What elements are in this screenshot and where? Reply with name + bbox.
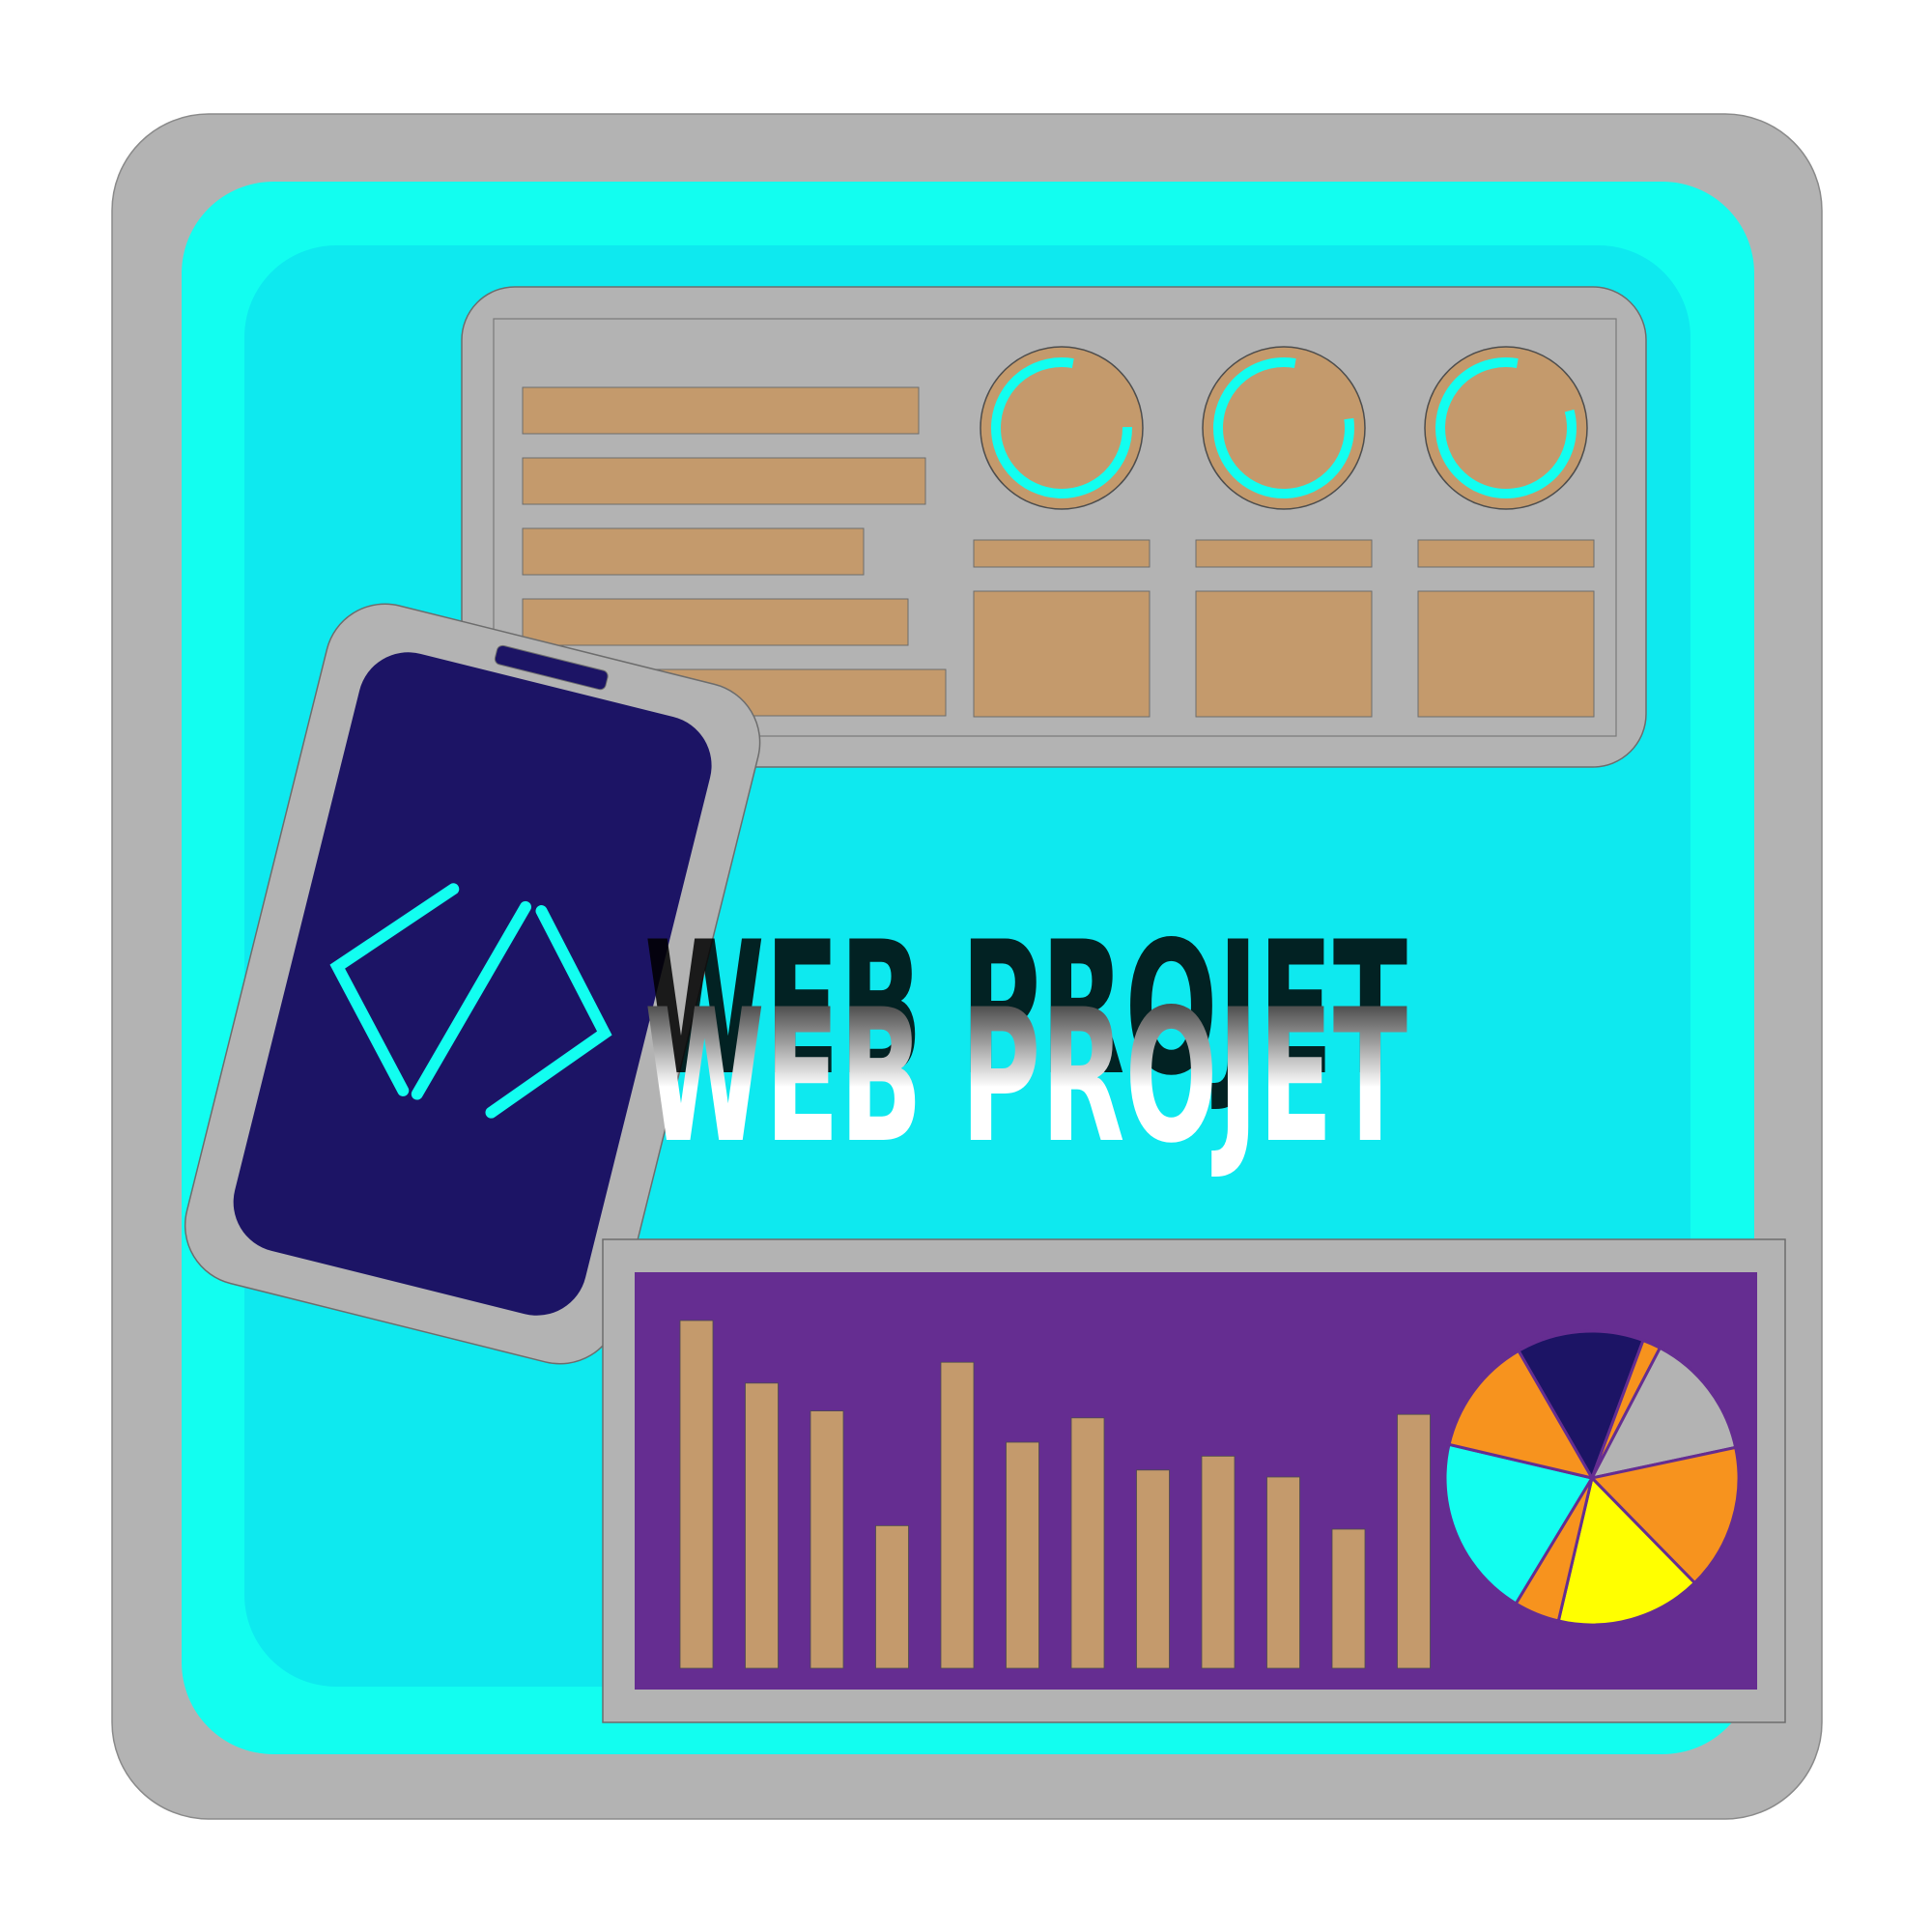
text-line-4 bbox=[522, 598, 909, 646]
gauge-2-caption bbox=[1195, 539, 1373, 568]
chart-card bbox=[602, 1238, 1786, 1723]
bar-4 bbox=[875, 1525, 909, 1669]
pie-chart bbox=[1443, 1329, 1741, 1627]
gauge-3 bbox=[1424, 346, 1588, 510]
text-line-1 bbox=[522, 386, 920, 435]
gauge-3-box bbox=[1417, 590, 1595, 718]
gauge-2-dial bbox=[1202, 346, 1366, 510]
gauge-3-dial bbox=[1424, 346, 1588, 510]
gauge-3-caption bbox=[1417, 539, 1595, 568]
gauge-1-caption bbox=[973, 539, 1151, 568]
bar-10 bbox=[1266, 1476, 1300, 1669]
page-title-text: WEB PROJET bbox=[644, 970, 1407, 1183]
gauge-2-box bbox=[1195, 590, 1373, 718]
bar-6 bbox=[1006, 1441, 1039, 1669]
bar-1 bbox=[679, 1320, 714, 1669]
page-title: WEB PROJET WEB PROJET bbox=[644, 902, 1407, 1183]
gauge-2 bbox=[1202, 346, 1366, 510]
gauge-1-dial bbox=[980, 346, 1144, 510]
gauge-1 bbox=[980, 346, 1144, 510]
gauge-group bbox=[980, 346, 1588, 510]
bar-5 bbox=[940, 1361, 975, 1669]
bar-11 bbox=[1331, 1528, 1366, 1669]
bar-2 bbox=[745, 1382, 779, 1669]
web-project-illustration: WEB PROJET WEB PROJET bbox=[111, 113, 1823, 1820]
bar-3 bbox=[810, 1410, 844, 1669]
gauge-1-box bbox=[973, 590, 1151, 718]
bar-7 bbox=[1070, 1417, 1105, 1669]
text-line-2 bbox=[522, 457, 926, 505]
bar-9 bbox=[1201, 1456, 1236, 1669]
bar-8 bbox=[1136, 1469, 1170, 1669]
bar-12 bbox=[1397, 1413, 1431, 1669]
text-line-3 bbox=[522, 527, 865, 576]
